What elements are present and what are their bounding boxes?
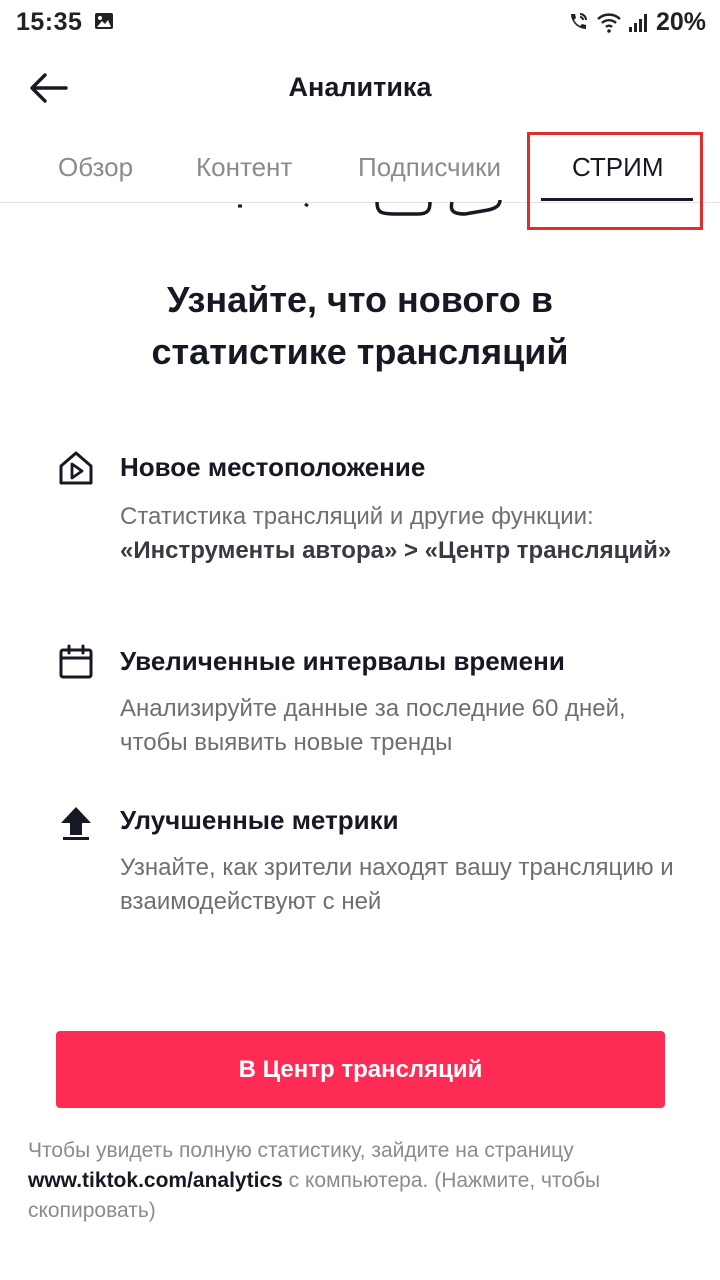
status-time: 15:35 — [16, 8, 83, 36]
status-bar: 15:35 20% — [0, 0, 720, 44]
feature-description-text: Статистика трансляций и другие функции: — [120, 503, 594, 530]
status-icons: 20% — [566, 6, 706, 38]
footer-note[interactable]: Чтобы увидеть полную статистику, зайдите… — [28, 1136, 688, 1226]
wifi-icon — [597, 13, 621, 33]
battery-percent: 20% — [655, 7, 706, 36]
arrow-up-icon — [61, 807, 91, 840]
promo-heading-line-2: статистике трансляций — [151, 331, 569, 372]
footer-text-before: Чтобы увидеть полную статистику, зайдите… — [28, 1139, 574, 1162]
promo-heading: Узнайте, что нового в статистике трансля… — [0, 274, 720, 378]
calendar-icon — [59, 644, 93, 679]
feature-description-path: «Инструменты автора» > «Центр трансляций… — [120, 537, 672, 564]
header: Аналитика — [0, 50, 720, 126]
feature-title: Новое местоположение — [120, 452, 426, 482]
wifi-call-icon — [570, 13, 587, 29]
feature-title: Увеличенные интервалы времени — [120, 646, 565, 676]
tab-overview[interactable]: Обзор — [58, 152, 133, 183]
illustration — [238, 200, 502, 216]
tab-followers[interactable]: Подписчики — [358, 152, 501, 183]
feature-description: Анализируйте данные за последние 60 дней… — [120, 695, 626, 756]
go-to-live-center-button[interactable]: В Центр трансляций — [56, 1031, 665, 1108]
feature-title: Улучшенные метрики — [120, 805, 399, 835]
promo-heading-line-1: Узнайте, что нового в — [166, 279, 554, 320]
highlight-box — [527, 132, 703, 230]
analytics-link[interactable]: www.tiktok.com/analytics — [28, 1169, 283, 1192]
feature-description: Узнайте, как зрители находят вашу трансл… — [120, 854, 674, 915]
page-title: Аналитика — [288, 72, 432, 102]
signal-icon — [628, 14, 647, 32]
tab-content[interactable]: Контент — [196, 152, 292, 183]
home-play-icon — [59, 451, 93, 485]
feature-description: Статистика трансляций и другие функции: … — [120, 500, 680, 568]
gallery-icon — [95, 13, 113, 29]
